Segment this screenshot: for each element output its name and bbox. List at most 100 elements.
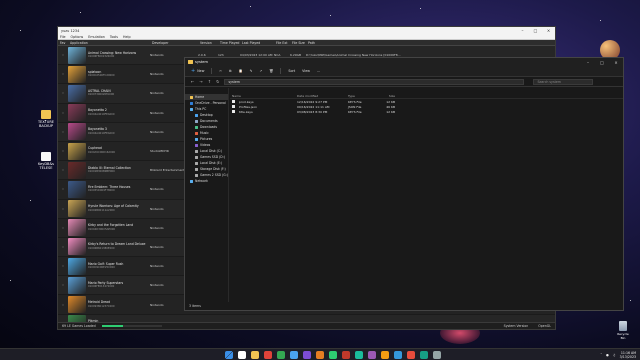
recycle-bin-icon[interactable]: Recycle Bin	[616, 321, 630, 340]
column-file-size[interactable]: File Size	[290, 41, 306, 45]
clock-time: 11:16 AM	[620, 350, 636, 355]
back-arrow-icon[interactable]: ←	[191, 79, 194, 84]
taskbar-app-icon[interactable]	[303, 350, 311, 359]
game-title-cell: ASTRAL CHAIN 01007300020FA000	[88, 89, 150, 97]
file-row[interactable]: title.keys 03/08/2023 8:30 PM KEYS File 12 …	[230, 109, 623, 114]
more-button[interactable]: ...	[317, 69, 320, 73]
taskbar-app-icon[interactable]	[316, 350, 324, 359]
game-thumbnail	[68, 257, 86, 275]
renderer-text: OpenGL	[538, 324, 551, 328]
column-name[interactable]: Name	[230, 94, 295, 98]
column-fav[interactable]: Fav	[58, 41, 68, 45]
taskbar-app-icon[interactable]	[355, 350, 363, 359]
game-row[interactable]: ☆Pikmin0100AA80194B0000Nintendo	[58, 314, 555, 322]
file-list[interactable]: Name Date modified Type Size prod.keys 12…	[230, 88, 623, 302]
taskbar-app-icon[interactable]	[394, 350, 402, 359]
share-icon[interactable]: ↗	[259, 69, 262, 73]
taskbar-app-icon[interactable]	[433, 350, 441, 359]
column-file-ext[interactable]: File Ext	[274, 41, 290, 45]
search-input[interactable]: Search system	[533, 78, 594, 85]
cut-icon[interactable]: ✂	[219, 69, 222, 73]
view-button[interactable]: View	[302, 69, 310, 73]
maximize-button[interactable]: □	[595, 60, 609, 65]
favorite-icon[interactable]: ☆	[58, 72, 68, 76]
taskbar-app-icon[interactable]	[329, 350, 337, 359]
favorite-icon[interactable]: ☆	[58, 245, 68, 249]
favorite-icon[interactable]: ☆	[58, 149, 68, 153]
taskbar-app-icon[interactable]	[342, 350, 350, 359]
chevron-up-icon[interactable]: ˄	[600, 353, 602, 357]
start-button[interactable]	[225, 350, 233, 359]
explorer-tab-title[interactable]: system	[195, 60, 208, 64]
taskbar-app-icon[interactable]	[251, 350, 259, 359]
column-application[interactable]: Application	[68, 41, 150, 45]
explorer-titlebar[interactable]: system – □ ×	[185, 58, 623, 66]
up-arrow-icon[interactable]: ↑	[208, 79, 211, 84]
favorite-icon[interactable]: ☆	[58, 53, 68, 57]
nav-item[interactable]: Network	[185, 178, 228, 184]
item-count: 3 items	[189, 304, 201, 308]
column-time-played[interactable]: Time Played	[218, 41, 240, 45]
column-last-played[interactable]: Last Played	[240, 41, 274, 45]
column-size[interactable]: Size	[375, 94, 395, 98]
game-title-cell: Mario Party Superstars 01006FE013472000	[88, 281, 150, 289]
menu-options[interactable]: Options	[71, 35, 84, 39]
rename-icon[interactable]: ✎	[250, 69, 253, 73]
new-button[interactable]: + New	[191, 68, 204, 74]
taskbar-app-icon[interactable]	[420, 350, 428, 359]
favorite-icon[interactable]: ☆	[58, 264, 68, 268]
yuzu-titlebar[interactable]: yuzu 1234 – □ ×	[58, 27, 555, 34]
menu-tools[interactable]: Tools	[110, 35, 118, 39]
taskbar-app-icon[interactable]	[277, 350, 285, 359]
maximize-button[interactable]: □	[529, 28, 542, 33]
taskbar-app-icon[interactable]	[238, 350, 246, 359]
favorite-icon[interactable]: ☆	[58, 111, 68, 115]
minimize-button[interactable]: –	[516, 28, 529, 33]
volume-icon[interactable]: ♫	[613, 353, 616, 357]
favorite-icon[interactable]: ☆	[58, 187, 68, 191]
favorite-icon[interactable]: ☆	[58, 130, 68, 134]
forward-arrow-icon[interactable]: →	[199, 79, 202, 84]
game-title-cell: Hyrule Warriors: Age of Calamity 01002B00…	[88, 204, 150, 212]
menu-file[interactable]: File	[60, 35, 66, 39]
system-tray: ˄ ● ♫ 11:16 AM 3/13/2023	[600, 351, 636, 359]
refresh-icon[interactable]: ↻	[216, 79, 219, 84]
favorite-icon[interactable]: ☆	[58, 91, 68, 95]
menu-help[interactable]: Help	[123, 35, 131, 39]
close-button[interactable]: ×	[542, 28, 555, 33]
game-title-cell: Bayonetta 2 01004A4010FEA000	[88, 108, 150, 116]
taskbar-app-icon[interactable]	[290, 350, 298, 359]
taskbar-app-icon[interactable]	[368, 350, 376, 359]
favorite-icon[interactable]: ☆	[58, 283, 68, 287]
taskbar-app-icon[interactable]	[407, 350, 415, 359]
column-path[interactable]: Path	[306, 41, 315, 45]
favorite-icon[interactable]: ☆	[58, 207, 68, 211]
address-bar[interactable]: system	[224, 78, 525, 85]
taskbar-app-icon[interactable]	[264, 350, 272, 359]
desktop-icon-keydbs[interactable]: KeyDB&s TELESE	[35, 152, 57, 170]
minimize-button[interactable]: –	[581, 60, 595, 65]
column-developer[interactable]: Developer	[150, 41, 198, 45]
navigation-pane[interactable]: Home OneDrive - Personal This PC Desktop Doc…	[185, 88, 229, 302]
wifi-icon[interactable]: ●	[606, 353, 609, 357]
delete-icon[interactable]: 🗑	[269, 69, 273, 73]
file-explorer-window[interactable]: system – □ × + New ✂ ⧉ 📋 ✎ ↗ 🗑 Sort View…	[184, 57, 624, 311]
favorite-icon[interactable]: ☆	[58, 303, 68, 307]
game-id: 0100C9C00E25C000	[88, 266, 115, 270]
column-date-modified[interactable]: Date modified	[295, 94, 346, 98]
desktop-icon-texture-backup[interactable]: TEXTURE BACKUP	[35, 110, 57, 128]
game-title-cell: Cuphead 0100A5C00D162000	[88, 147, 150, 154]
favorite-icon[interactable]: ☆	[58, 226, 68, 230]
sort-button[interactable]: Sort	[288, 69, 295, 73]
clock[interactable]: 11:16 AM 3/13/2023	[620, 351, 636, 359]
taskbar-app-icon[interactable]	[381, 350, 389, 359]
game-id: 01006FE013472000	[88, 285, 115, 289]
copy-icon[interactable]: ⧉	[229, 69, 231, 73]
game-id: 01001B300B9BE000	[88, 170, 115, 174]
close-button[interactable]: ×	[609, 60, 623, 65]
paste-icon[interactable]: 📋	[239, 69, 243, 73]
column-type[interactable]: Type	[346, 94, 375, 98]
favorite-icon[interactable]: ☆	[58, 168, 68, 172]
column-version[interactable]: Version	[198, 41, 218, 45]
menu-emulation[interactable]: Emulation	[88, 35, 105, 39]
